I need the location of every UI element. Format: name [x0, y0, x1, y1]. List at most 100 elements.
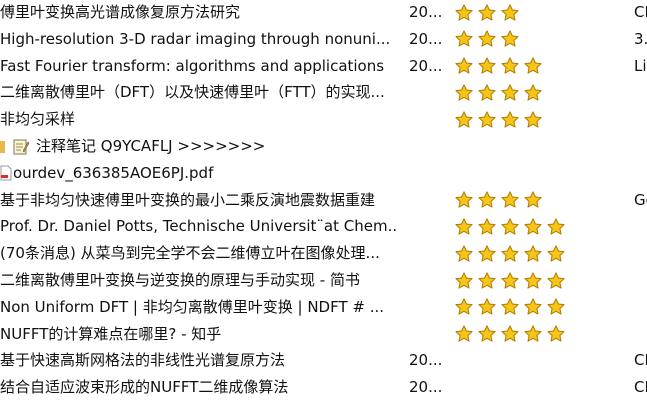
rating-stars[interactable] — [454, 321, 569, 348]
star-icon — [455, 30, 473, 47]
rating-stars[interactable] — [454, 53, 546, 80]
item-title: 结合自适应波束形成的NUFFT二维成像算法 — [0, 378, 289, 397]
star-icon — [455, 298, 473, 315]
rating-stars[interactable] — [454, 267, 569, 294]
item-year: 20... — [409, 378, 443, 397]
rating-stars[interactable] — [454, 240, 569, 267]
star-icon — [478, 30, 496, 47]
rating-stars[interactable] — [454, 187, 546, 214]
item-title: 二维离散傅里叶（DFT）以及快速傅里叶（FTT）的实现... — [0, 83, 385, 102]
item-title: 注释笔记 Q9YCAFLJ >>>>>>> — [36, 137, 266, 155]
star-icon — [547, 245, 565, 262]
item-title: Prof. Dr. Daniel Potts, Technische Unive… — [0, 217, 396, 236]
item-title: High-resolution 3-D radar imaging throug… — [0, 29, 391, 48]
star-icon — [478, 3, 496, 21]
star-icon — [547, 218, 565, 235]
star-icon — [501, 325, 519, 342]
list-item[interactable]: ourdev_636385AOE6PJ.pdf — [0, 160, 647, 187]
star-icon — [501, 57, 519, 74]
rating-stars[interactable] — [454, 0, 523, 26]
list-item[interactable]: High-resolution 3-D radar imaging throug… — [0, 26, 647, 53]
star-icon — [501, 30, 519, 47]
list-item[interactable]: 非均匀采样 — [0, 106, 647, 133]
star-icon — [478, 298, 496, 315]
list-item[interactable]: 傅里叶变换高光谱成像复原方法研究 20... CN — [0, 0, 647, 26]
star-icon — [478, 271, 496, 289]
star-icon — [501, 218, 519, 235]
item-title: 基于快速高斯网格法的非线性光谱复原方法 — [0, 351, 286, 370]
item-extra: CN — [634, 378, 647, 397]
list-item[interactable]: 注释笔记 Q9YCAFLJ >>>>>>> — [0, 133, 647, 160]
star-icon — [478, 57, 496, 74]
folder-edge-icon — [0, 141, 5, 153]
note-icon — [12, 138, 30, 160]
item-title: 二维离散傅里叶变换与逆变换的原理与手动实现 - 简书 — [0, 271, 360, 289]
list-item[interactable]: 基于非均匀快速傅里叶变换的最小二乘反演地震数据重建 Go — [0, 187, 647, 214]
star-icon — [524, 271, 542, 289]
star-icon — [501, 3, 519, 21]
item-year: 20... — [409, 29, 443, 48]
rating-stars[interactable] — [454, 26, 523, 53]
star-icon — [455, 3, 473, 21]
star-icon — [478, 325, 496, 342]
star-icon — [501, 84, 519, 101]
star-icon — [478, 84, 496, 101]
rating-stars[interactable] — [454, 106, 546, 133]
item-title: 非均匀采样 — [0, 110, 76, 129]
list-item[interactable]: 基于快速高斯网格法的非线性光谱复原方法 20... CN — [0, 347, 647, 374]
item-title: Fast Fourier transform: algorithms and a… — [0, 56, 385, 75]
star-icon — [455, 191, 473, 208]
star-icon — [524, 191, 542, 208]
star-icon — [478, 191, 496, 208]
item-year: 20... — [409, 3, 443, 21]
star-icon — [455, 57, 473, 74]
list-item[interactable]: NUFFT的计算难点在哪里? - 知乎 — [0, 321, 647, 348]
rating-stars[interactable] — [454, 213, 569, 240]
item-title: 傅里叶变换高光谱成像复原方法研究 — [0, 3, 241, 21]
star-icon — [501, 245, 519, 262]
star-icon — [501, 271, 519, 289]
item-title: ourdev_636385AOE6PJ.pdf — [13, 163, 214, 182]
star-icon — [455, 218, 473, 235]
star-icon — [524, 298, 542, 315]
item-year: 20... — [409, 56, 443, 75]
item-year: 20... — [409, 351, 443, 370]
star-icon — [524, 325, 542, 342]
item-extra: CN — [634, 3, 647, 21]
star-icon — [547, 325, 565, 342]
item-extra: Go — [634, 190, 647, 209]
star-icon — [478, 218, 496, 235]
item-title: NUFFT的计算难点在哪里? - 知乎 — [0, 324, 222, 343]
list-item[interactable]: Non Uniform DFT | 非均匀离散傅里叶变换 | NDFT # ..… — [0, 294, 647, 321]
star-icon — [455, 325, 473, 342]
item-extra: Lib — [634, 56, 647, 75]
star-icon — [455, 271, 473, 289]
star-icon — [455, 84, 473, 101]
item-title: 基于非均匀快速傅里叶变换的最小二乘反演地震数据重建 — [0, 190, 376, 209]
star-icon — [455, 111, 473, 128]
list-item[interactable]: 二维离散傅里叶（DFT）以及快速傅里叶（FTT）的实现... — [0, 79, 647, 106]
rating-stars[interactable] — [454, 294, 569, 321]
star-icon — [524, 245, 542, 262]
star-icon — [501, 298, 519, 315]
star-icon — [455, 245, 473, 262]
pdf-icon — [0, 165, 12, 185]
item-title: (70条消息) 从菜鸟到完全学不会二维傅立叶在图像处理... — [0, 244, 380, 263]
list-item[interactable]: 二维离散傅里叶变换与逆变换的原理与手动实现 - 简书 — [0, 267, 647, 294]
star-icon — [524, 57, 542, 74]
list-item[interactable]: Fast Fourier transform: algorithms and a… — [0, 53, 647, 80]
star-icon — [524, 84, 542, 101]
item-extra: 3.7 — [634, 29, 647, 48]
list-item[interactable]: Prof. Dr. Daniel Potts, Technische Unive… — [0, 213, 647, 240]
list-item[interactable]: 结合自适应波束形成的NUFFT二维成像算法 20... CN — [0, 374, 647, 401]
star-icon — [501, 111, 519, 128]
star-icon — [478, 111, 496, 128]
rating-stars[interactable] — [454, 79, 546, 106]
star-icon — [524, 111, 542, 128]
list-item[interactable]: (70条消息) 从菜鸟到完全学不会二维傅立叶在图像处理... — [0, 240, 647, 267]
star-icon — [501, 191, 519, 208]
star-icon — [478, 245, 496, 262]
item-extra: CN — [634, 351, 647, 370]
star-icon — [547, 298, 565, 315]
star-icon — [547, 271, 565, 289]
